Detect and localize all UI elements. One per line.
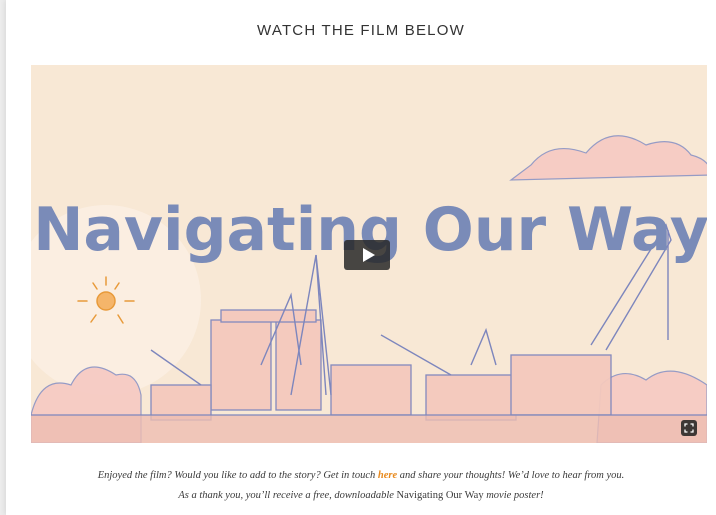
play-button[interactable] (344, 240, 390, 270)
video-player[interactable]: Navigating Our Way (31, 65, 707, 443)
caption-text: movie poster! (483, 490, 544, 501)
caption-text: As a thank you, you’ll receive a free, d… (178, 490, 397, 501)
caption-line-2: As a thank you, you’ll receive a free, d… (6, 486, 716, 506)
play-icon (362, 248, 375, 262)
contact-here-link[interactable]: here (378, 470, 397, 481)
caption-text: Enjoyed the film? Would you like to add … (97, 470, 378, 481)
caption-line-1: Enjoyed the film? Would you like to add … (6, 466, 716, 486)
caption-text: and share your thoughts! We’d love to he… (397, 470, 625, 481)
film-caption: Enjoyed the film? Would you like to add … (6, 466, 716, 506)
content-card: WATCH THE FILM BELOW Navigating Our Way … (6, 0, 716, 515)
section-heading: WATCH THE FILM BELOW (257, 22, 465, 39)
fullscreen-button[interactable] (681, 420, 697, 436)
fullscreen-icon (684, 423, 694, 433)
film-title-text: Navigating Our Way (396, 490, 484, 501)
